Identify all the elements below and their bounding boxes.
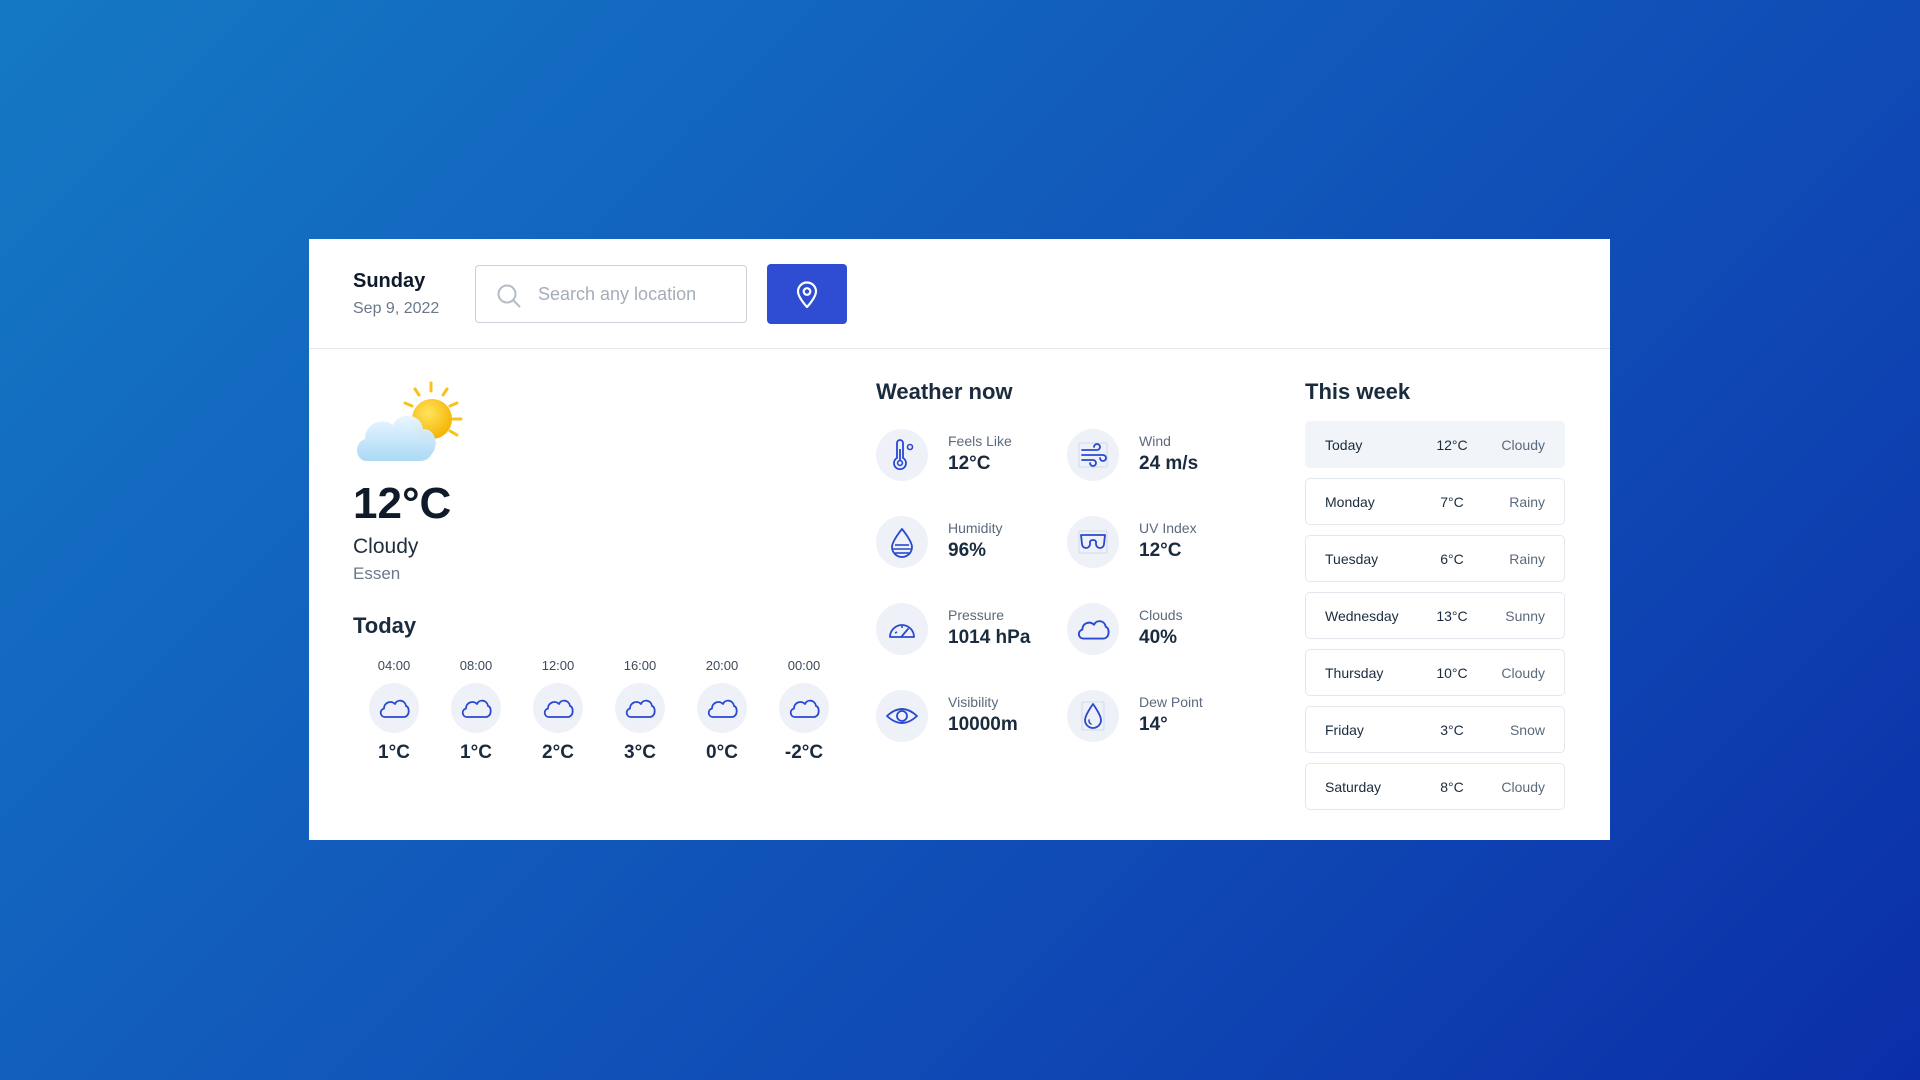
- hour-item: 12:00 2°C: [517, 658, 599, 764]
- header: Sunday Sep 9, 2022: [309, 239, 1610, 349]
- week-day: Saturday: [1325, 779, 1382, 795]
- week-condition: Snow: [1509, 722, 1545, 738]
- metric-label: Clouds: [1139, 607, 1183, 623]
- week-row[interactable]: Friday 3°C Snow: [1305, 706, 1565, 753]
- metric-value: 24 m/s: [1139, 453, 1199, 474]
- hour-time: 08:00: [459, 658, 493, 673]
- hour-temp: 2°C: [542, 742, 574, 763]
- week-row[interactable]: Thursday 10°C Cloudy: [1305, 649, 1565, 696]
- date-label: Sep 9, 2022: [353, 300, 440, 317]
- week-temp: 10°C: [1436, 665, 1468, 681]
- hour-time: 16:00: [623, 658, 657, 673]
- hour-time: 20:00: [705, 658, 739, 673]
- search-input[interactable]: [538, 280, 733, 308]
- week-row[interactable]: Wednesday 13°C Sunny: [1305, 592, 1565, 639]
- week-day: Today: [1325, 437, 1363, 453]
- week-condition: Cloudy: [1501, 665, 1545, 681]
- week-temp: 7°C: [1440, 494, 1464, 510]
- thermometer-icon: [893, 439, 914, 471]
- week-condition: Cloudy: [1501, 437, 1545, 453]
- metric-label: Wind: [1139, 433, 1171, 449]
- cloud-icon: [625, 699, 656, 718]
- week-temp: 13°C: [1436, 608, 1468, 624]
- week-day: Friday: [1325, 722, 1364, 738]
- cloud-icon: [789, 699, 820, 718]
- hour-item: 04:00 1°C: [353, 658, 435, 764]
- week-temp: 3°C: [1440, 722, 1464, 738]
- week-condition: Sunny: [1505, 608, 1545, 624]
- metric-label: UV Index: [1139, 520, 1197, 536]
- today-title: Today: [353, 613, 417, 638]
- location-pin-icon: [796, 281, 818, 309]
- this-week-title: This week: [1305, 379, 1411, 404]
- metric-value: 40%: [1139, 627, 1178, 648]
- hour-time: 00:00: [787, 658, 821, 673]
- metric-label: Humidity: [948, 520, 1003, 536]
- metric-value: 10000m: [948, 714, 1018, 735]
- week-day: Thursday: [1325, 665, 1384, 681]
- search-icon: [497, 284, 521, 308]
- weather-card: Sunday Sep 9, 2022 Search any location 1…: [309, 239, 1610, 840]
- week-row[interactable]: Today 12°C Cloudy: [1305, 421, 1565, 468]
- hour-temp: -2°C: [784, 742, 824, 763]
- hour-temp: 3°C: [624, 742, 656, 763]
- wind-icon: [1078, 442, 1108, 468]
- partly-cloudy-icon: [356, 381, 463, 461]
- hour-time: 04:00: [377, 658, 411, 673]
- hour-temp: 1°C: [460, 742, 492, 763]
- search-box[interactable]: [475, 265, 747, 323]
- cloud-icon: [543, 699, 574, 718]
- current-temperature: 12°C: [353, 479, 452, 528]
- week-row[interactable]: Monday 7°C Rainy: [1305, 478, 1565, 525]
- hour-item: 20:00 0°C: [681, 658, 763, 764]
- week-day: Wednesday: [1325, 608, 1399, 624]
- week-row[interactable]: Tuesday 6°C Rainy: [1305, 535, 1565, 582]
- hour-item: 08:00 1°C: [435, 658, 517, 764]
- hour-temp: 1°C: [378, 742, 410, 763]
- week-day: Tuesday: [1325, 551, 1379, 567]
- week-temp: 6°C: [1440, 551, 1464, 567]
- droplet-icon: [1081, 701, 1105, 731]
- metric-label: Pressure: [948, 607, 1005, 623]
- metric-label: Visibility: [948, 694, 999, 710]
- gauge-icon: [889, 624, 915, 638]
- metric-value: 12°C: [948, 453, 991, 474]
- week-day: Monday: [1325, 494, 1375, 510]
- metric-value: 96%: [948, 540, 987, 561]
- weekly-forecast: Today 12°C Cloudy Monday 7°C Rainy Tuesd…: [1305, 421, 1565, 820]
- cloud-icon: [379, 699, 410, 718]
- weather-now-title: Weather now: [876, 379, 1013, 404]
- week-row[interactable]: Saturday 8°C Cloudy: [1305, 763, 1565, 810]
- cloud-icon: [1077, 620, 1110, 640]
- day-label: Sunday: [353, 270, 426, 292]
- metric-label: Feels Like: [948, 433, 1012, 449]
- humidity-icon: [891, 528, 913, 558]
- week-temp: 8°C: [1440, 779, 1464, 795]
- current-condition: Cloudy: [353, 535, 419, 558]
- current-weather-icon-wrap: [353, 379, 471, 474]
- eye-icon: [886, 708, 918, 724]
- hourly-forecast: 04:00 1°C 08:00 1°C 12:00 2°C 16:00 3°C …: [353, 658, 845, 764]
- current-city: Essen: [353, 564, 401, 583]
- week-temp: 12°C: [1436, 437, 1468, 453]
- hour-item: 00:00 -2°C: [763, 658, 845, 764]
- metric-value: 1014 hPa: [948, 627, 1031, 648]
- hour-time: 12:00: [541, 658, 575, 673]
- cloud-icon: [707, 699, 738, 718]
- metric-label: Dew Point: [1139, 694, 1203, 710]
- hour-temp: 0°C: [706, 742, 738, 763]
- metric-value: 12°C: [1139, 540, 1182, 561]
- sunglasses-icon: [1078, 530, 1108, 554]
- hour-item: 16:00 3°C: [599, 658, 681, 764]
- week-condition: Cloudy: [1501, 779, 1545, 795]
- week-condition: Rainy: [1509, 551, 1545, 567]
- metric-value: 14°: [1139, 714, 1168, 735]
- week-condition: Rainy: [1509, 494, 1545, 510]
- location-button[interactable]: [767, 264, 847, 324]
- cloud-icon: [461, 699, 492, 718]
